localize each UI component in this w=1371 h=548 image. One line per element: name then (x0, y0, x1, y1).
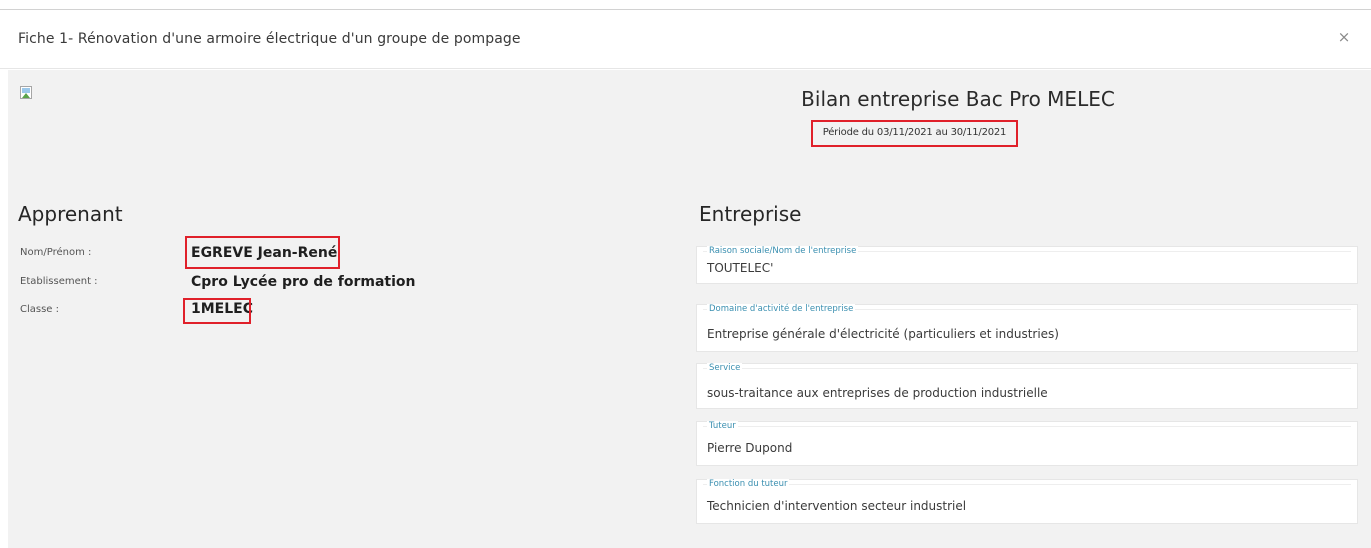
field-value: TOUTELEC' (707, 261, 774, 275)
field-label: Tuteur (707, 421, 738, 431)
field-raison-sociale[interactable]: Raison sociale/Nom de l'entreprise TOUTE… (696, 246, 1358, 284)
field-label: Raison sociale/Nom de l'entreprise (707, 246, 859, 256)
modal-body: Bilan entreprise Bac Pro MELEC Période d… (8, 70, 1371, 548)
field-value: Entreprise générale d'électricité (parti… (707, 327, 1059, 341)
field-service[interactable]: Service sous-traitance aux entreprises d… (696, 363, 1358, 409)
field-label: Domaine d'activité de l'entreprise (707, 304, 856, 314)
report-title: Bilan entreprise Bac Pro MELEC (801, 87, 1115, 111)
close-icon[interactable]: × (1334, 26, 1354, 48)
period-highlight: Période du 03/11/2021 au 30/11/2021 (811, 120, 1018, 147)
top-strip (0, 0, 1371, 12)
highlight-classe (183, 298, 251, 324)
field-tuteur[interactable]: Tuteur Pierre Dupond (696, 421, 1358, 466)
field-label: Fonction du tuteur (707, 479, 790, 489)
field-value: Pierre Dupond (707, 441, 793, 455)
field-domaine-activite[interactable]: Domaine d'activité de l'entreprise Entre… (696, 304, 1358, 352)
highlight-nom (185, 236, 340, 269)
field-fonction-tuteur[interactable]: Fonction du tuteur Technicien d'interven… (696, 479, 1358, 524)
label-classe: Classe : (20, 304, 60, 315)
field-value: sous-traitance aux entreprises de produc… (707, 386, 1048, 400)
label-nom-prenom: Nom/Prénom : (20, 247, 92, 258)
apprenant-heading: Apprenant (18, 202, 123, 226)
value-etablissement: Cpro Lycée pro de formation (191, 274, 416, 290)
label-etablissement: Etablissement : (20, 276, 98, 287)
field-label: Service (707, 363, 743, 373)
modal-header: Fiche 1- Rénovation d'une armoire électr… (0, 12, 1371, 69)
field-value: Technicien d'intervention secteur indust… (707, 499, 967, 513)
period-text: Période du 03/11/2021 au 30/11/2021 (822, 127, 1007, 138)
modal-title: Fiche 1- Rénovation d'une armoire électr… (18, 31, 521, 47)
entreprise-heading: Entreprise (699, 202, 802, 226)
broken-image-icon (20, 86, 34, 100)
